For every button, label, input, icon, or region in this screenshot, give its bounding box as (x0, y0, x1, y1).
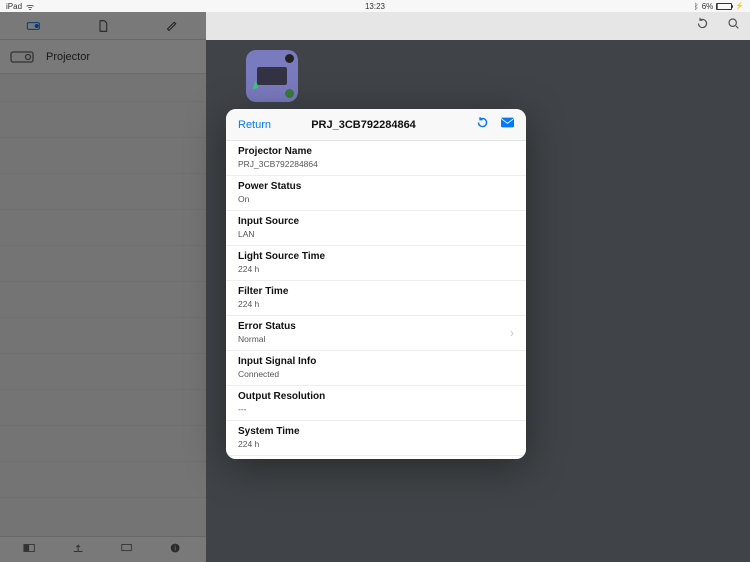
list-item[interactable] (0, 462, 206, 498)
main-area: Return PRJ_3CB792284864 Projector Name PR… (206, 12, 750, 562)
clock: 13:23 (365, 2, 385, 11)
info-label: System Time (238, 426, 514, 437)
info-value: --- (238, 404, 514, 414)
list-item[interactable] (0, 102, 206, 138)
info-row[interactable]: Error Status Normal› (226, 316, 526, 351)
list-item[interactable] (0, 390, 206, 426)
popover-header: Return PRJ_3CB792284864 (226, 109, 526, 141)
screen-button[interactable] (120, 541, 134, 559)
info-row: Output Resolution --- (226, 386, 526, 421)
projector-icon (257, 67, 287, 85)
info-row: Filter Time 224 h (226, 281, 526, 316)
info-label: Filter Time (238, 286, 514, 297)
info-label: Error Status (238, 321, 514, 332)
chevron-right-icon: › (510, 326, 514, 340)
mail-button[interactable] (501, 116, 514, 134)
search-button[interactable] (727, 17, 740, 35)
carrier-label: iPad (6, 2, 22, 11)
info-value: LAN (238, 229, 514, 239)
sidebar-bottom-toolbar: i (0, 536, 206, 562)
tab-settings[interactable] (137, 12, 206, 39)
tab-document[interactable] (69, 12, 138, 39)
bluetooth-icon: ᛒ (694, 2, 699, 11)
info-value: PRJ_3CB792284864 (238, 159, 514, 169)
charging-icon: ⚡ (735, 2, 744, 10)
info-value: Connected (238, 369, 514, 379)
info-label: Power Status (238, 181, 514, 192)
list-item[interactable] (0, 174, 206, 210)
main-toolbar (206, 12, 750, 40)
info-label: Light Source Time (238, 251, 514, 262)
info-row: Input Source LAN (226, 211, 526, 246)
list-item[interactable] (0, 282, 206, 318)
info-label: Input Signal Info (238, 356, 514, 367)
info-button[interactable]: i (169, 541, 183, 559)
popover-body[interactable]: Projector Name PRJ_3CB792284864 Power Stat… (226, 141, 526, 459)
info-row: Input Signal Info Connected (226, 351, 526, 386)
list-item[interactable] (0, 210, 206, 246)
popover-title: PRJ_3CB792284864 (251, 119, 476, 131)
info-value: Normal (238, 334, 514, 344)
battery-icon (716, 3, 732, 10)
share-button[interactable] (72, 541, 86, 559)
projector-info-popover: Return PRJ_3CB792284864 Projector Name PR… (226, 109, 526, 459)
info-value: On (238, 194, 514, 204)
info-label: Input Source (238, 216, 514, 227)
sidebar-list[interactable] (0, 74, 206, 536)
wifi-icon: ᯤ (26, 0, 34, 13)
info-value: 224 h (238, 299, 514, 309)
list-item[interactable] (0, 318, 206, 354)
refresh-button[interactable] (696, 17, 709, 35)
info-row: Power Status On (226, 176, 526, 211)
ipad-status-bar: iPad ᯤ 13:23 ᛒ 6% ⚡ (0, 0, 750, 12)
list-item[interactable] (0, 426, 206, 462)
battery-percent: 6% (702, 2, 714, 11)
sidebar-header: Projector (0, 40, 206, 74)
tab-projector[interactable] (0, 12, 69, 39)
list-item[interactable] (0, 246, 206, 282)
info-row: System Time 224 h (226, 421, 526, 456)
list-item[interactable] (0, 354, 206, 390)
info-row: Light Source Time 224 h (226, 246, 526, 281)
info-row: Projector Name PRJ_3CB792284864 (226, 141, 526, 176)
list-item[interactable] (0, 74, 206, 102)
info-label: Output Resolution (238, 391, 514, 402)
sidebar-toolbar (0, 12, 206, 40)
info-value: 224 h (238, 264, 514, 274)
refresh-button[interactable] (476, 116, 489, 134)
list-item[interactable] (0, 138, 206, 174)
projector-app-tile[interactable] (246, 50, 298, 102)
sidebar: Projector i (0, 12, 206, 562)
info-row: Power Voltage--- (226, 456, 526, 459)
info-value: 224 h (238, 439, 514, 449)
projector-icon (10, 49, 36, 65)
contrast-button[interactable] (23, 541, 37, 559)
info-label: Projector Name (238, 146, 514, 157)
sidebar-title: Projector (46, 51, 90, 63)
